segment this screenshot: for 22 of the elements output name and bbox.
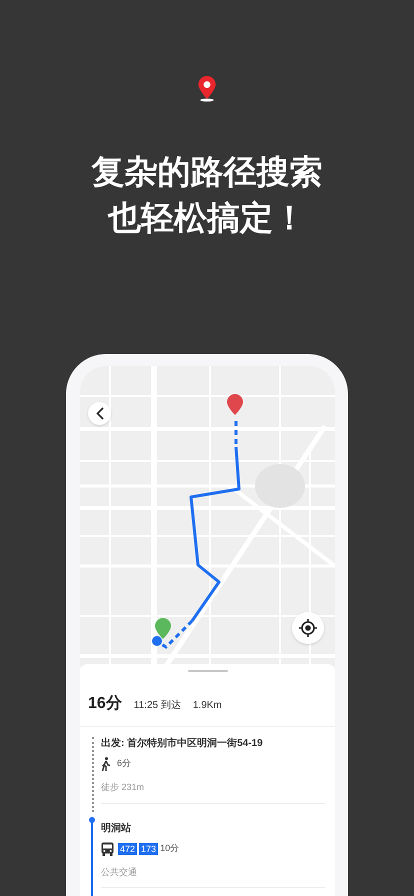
arrival-time: 11:25 到达 (134, 698, 181, 713)
destination-marker-icon (227, 394, 243, 415)
headline-text: 复杂的路径搜索 (92, 152, 322, 192)
bus-route-badge: 173 (139, 842, 158, 854)
bus-icon (101, 842, 114, 856)
trip-duration: 16分 (88, 694, 122, 714)
locate-button[interactable] (292, 612, 324, 644)
crosshair-icon (299, 619, 317, 637)
trip-distance: 1.9Km (192, 699, 222, 713)
back-button[interactable] (88, 402, 111, 425)
bus-route-badge: 472 (118, 842, 138, 854)
step-caption: 公共交通 (101, 866, 138, 878)
chevron-left-icon (96, 407, 104, 420)
step-duration: 6分 (117, 757, 132, 770)
drag-handle[interactable] (188, 670, 228, 672)
step-caption: 徒步 231m (101, 781, 146, 794)
step-title: 出发: 首尔特别市中区明洞一街54-19 (101, 737, 264, 751)
step-title: 明洞站 (101, 822, 132, 836)
headline-text: 也轻松搞定！ (108, 198, 306, 238)
step-duration: 10分 (160, 842, 180, 855)
walking-person-icon (101, 757, 111, 771)
start-marker-icon (155, 618, 171, 639)
